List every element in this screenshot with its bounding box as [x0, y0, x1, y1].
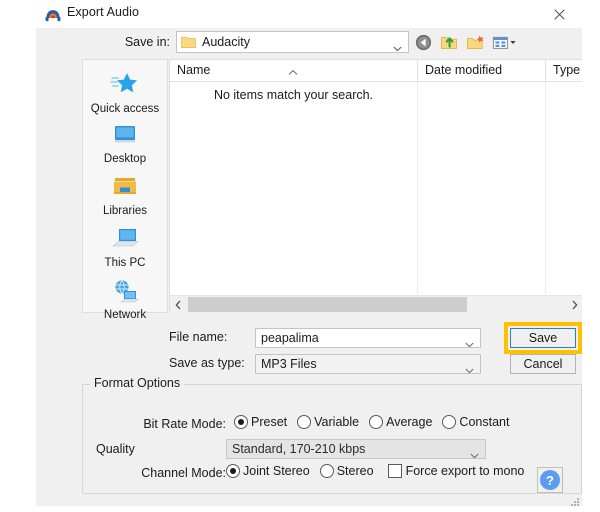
radio-label: Stereo — [336, 464, 374, 478]
monitor-icon — [83, 118, 167, 152]
column-divider — [417, 81, 418, 294]
radio-average[interactable]: Average — [369, 415, 432, 429]
save-button[interactable]: Save — [510, 328, 576, 348]
save-in-combobox[interactable]: Audacity — [176, 31, 409, 53]
help-button[interactable]: ? — [537, 467, 563, 493]
audacity-headphones-icon — [44, 5, 62, 23]
export-audio-dialog: Export Audio Save in: Audacity Quick acc… — [36, 0, 582, 506]
radio-indicator — [297, 415, 312, 429]
radio-preset[interactable]: Preset — [234, 415, 287, 429]
resize-grip[interactable] — [570, 494, 580, 512]
file-name-input[interactable]: peapalima — [255, 328, 481, 348]
save-as-type-label: Save as type: — [169, 356, 245, 370]
sidebar-label: Quick access — [90, 103, 160, 115]
up-folder-icon[interactable] — [440, 33, 459, 52]
new-folder-icon[interactable] — [466, 33, 485, 52]
dialog-toolbar — [414, 31, 516, 53]
save-as-type-combobox[interactable]: MP3 Files — [255, 354, 481, 374]
radio-variable[interactable]: Variable — [297, 415, 359, 429]
quality-label: Quality — [96, 442, 135, 456]
libraries-folder-icon — [83, 170, 167, 204]
cancel-button[interactable]: Cancel — [510, 354, 576, 374]
chevron-down-icon[interactable] — [465, 335, 474, 348]
column-label: Type — [553, 63, 581, 77]
scroll-right-arrow[interactable] — [566, 296, 582, 313]
back-arrow-icon[interactable] — [414, 33, 433, 52]
radio-label: Constant — [459, 415, 510, 429]
radio-indicator — [442, 415, 457, 429]
sidebar-item-desktop[interactable]: Desktop — [83, 118, 167, 165]
bit-rate-mode-radios: Preset Variable Average Constant — [234, 415, 519, 429]
checkbox-label: Force export to mono — [405, 464, 525, 478]
save-in-value: Audacity — [202, 35, 250, 49]
channel-mode-radios: Joint Stereo Stereo Force export to mono — [226, 464, 534, 478]
chevron-down-icon[interactable] — [470, 446, 479, 459]
sidebar-item-this-pc[interactable]: This PC — [83, 222, 167, 269]
quality-combobox[interactable]: Standard, 170-210 kbps — [226, 439, 486, 459]
empty-list-message: No items match your search. — [213, 88, 374, 102]
radio-label: Joint Stereo — [243, 464, 310, 478]
radio-indicator — [319, 464, 334, 478]
radio-stereo[interactable]: Stereo — [319, 464, 374, 478]
radio-indicator — [234, 415, 248, 429]
channel-mode-label: Channel Mode: — [141, 466, 226, 480]
file-name-label: File name: — [169, 330, 228, 344]
file-name-value: peapalima — [261, 331, 319, 345]
column-header-name[interactable]: Name — [170, 60, 417, 81]
window-title: Export Audio — [67, 5, 140, 19]
radio-label: Average — [386, 415, 433, 429]
sidebar-label: Network — [103, 309, 147, 321]
radio-constant[interactable]: Constant — [442, 415, 509, 429]
close-button[interactable] — [536, 0, 582, 28]
file-list-header: Name Date modified Type — [170, 60, 582, 82]
sidebar-item-quick-access[interactable]: Quick access — [83, 68, 167, 115]
sidebar-label: Desktop — [103, 153, 147, 165]
radio-label: Variable — [314, 415, 360, 429]
checkbox-indicator — [387, 464, 402, 478]
title-bar: Export Audio — [36, 0, 582, 28]
radio-joint-stereo[interactable]: Joint Stereo — [226, 464, 310, 478]
save-in-label: Save in: — [124, 35, 170, 49]
column-header-type[interactable]: Type — [545, 60, 582, 81]
computer-icon — [83, 222, 167, 256]
sort-ascending-icon — [288, 62, 298, 75]
scrollbar-thumb[interactable] — [188, 297, 467, 312]
sidebar-label: Libraries — [102, 205, 148, 217]
bit-rate-mode-label: Bit Rate Mode: — [143, 417, 226, 431]
checkbox-force-mono[interactable]: Force export to mono — [387, 464, 525, 478]
folder-icon — [181, 35, 196, 49]
column-label: Name — [177, 63, 211, 77]
places-bar: Quick access Desktop Libraries This PC N… — [82, 59, 168, 321]
views-grid-icon[interactable] — [492, 33, 516, 52]
column-label: Date modified — [425, 63, 503, 77]
radio-label: Preset — [251, 415, 288, 429]
horizontal-scrollbar[interactable] — [170, 295, 582, 313]
radio-indicator — [226, 464, 240, 478]
question-mark-icon: ? — [540, 470, 560, 490]
column-header-date-modified[interactable]: Date modified — [417, 60, 545, 81]
network-globe-icon — [83, 274, 167, 308]
star-icon — [83, 68, 167, 102]
column-divider — [545, 81, 546, 294]
quality-value: Standard, 170-210 kbps — [232, 442, 366, 456]
format-options-title: Format Options — [90, 376, 185, 390]
file-list[interactable]: Name Date modified Type No items match y… — [169, 59, 582, 313]
sidebar-label: This PC — [104, 257, 146, 269]
chevron-down-icon — [393, 39, 402, 52]
save-as-type-value: MP3 Files — [261, 357, 317, 371]
chevron-down-icon[interactable] — [465, 361, 474, 374]
scroll-left-arrow[interactable] — [170, 296, 187, 313]
sidebar-item-network[interactable]: Network — [83, 274, 167, 321]
radio-indicator — [369, 415, 384, 429]
sidebar-item-libraries[interactable]: Libraries — [83, 170, 167, 217]
